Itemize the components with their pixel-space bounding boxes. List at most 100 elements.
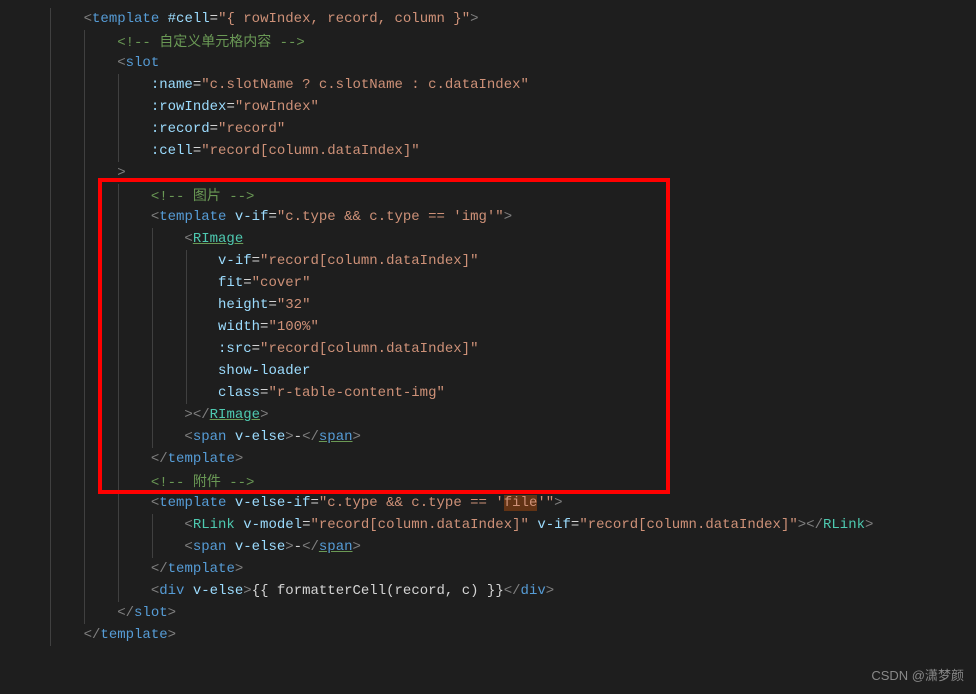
indent-guide xyxy=(84,382,85,404)
indent-guide xyxy=(118,316,119,338)
code-line[interactable]: <RLink v-model="record[column.dataIndex]… xyxy=(0,514,976,536)
code-token xyxy=(159,11,167,27)
code-line[interactable]: <div v-else>{{ formatterCell(record, c) … xyxy=(0,580,976,602)
code-token: "rowIndex" xyxy=(235,99,319,115)
code-token: RLink xyxy=(823,517,865,533)
indent-guide xyxy=(84,514,85,536)
code-token: height xyxy=(218,297,268,313)
code-token: template xyxy=(168,561,235,577)
code-token: > xyxy=(168,605,176,621)
code-line[interactable]: </template> xyxy=(0,448,976,470)
code-token: < xyxy=(84,11,92,27)
code-line[interactable]: <!-- 图片 --> xyxy=(0,184,976,206)
code-line[interactable]: :record="record" xyxy=(0,118,976,140)
code-line[interactable]: show-loader xyxy=(0,360,976,382)
indent-guide xyxy=(152,228,153,250)
code-token: "c.type && c.type == 'img'" xyxy=(277,209,504,225)
indent-guide xyxy=(118,96,119,118)
code-line[interactable]: <span v-else>-</span> xyxy=(0,536,976,558)
code-line[interactable]: <template v-else-if="c.type && c.type ==… xyxy=(0,492,976,514)
code-token: > xyxy=(504,209,512,225)
code-token: = xyxy=(210,11,218,27)
code-token: v-else xyxy=(235,539,285,555)
indent-guide xyxy=(84,30,85,52)
code-token: template xyxy=(100,627,167,643)
code-token: - xyxy=(294,539,302,555)
code-line[interactable]: width="100%" xyxy=(0,316,976,338)
watermark-text: CSDN @潇梦颜 xyxy=(871,665,964,684)
code-line[interactable]: ></RImage> xyxy=(0,404,976,426)
code-line[interactable]: <RImage xyxy=(0,228,976,250)
code-line[interactable]: </slot> xyxy=(0,602,976,624)
indent-guide xyxy=(50,162,51,184)
indent-guide xyxy=(84,118,85,140)
indent-guide xyxy=(118,338,119,360)
indent-guide xyxy=(118,250,119,272)
code-token: ></ xyxy=(798,517,823,533)
code-token: "cover" xyxy=(252,275,311,291)
code-token: file xyxy=(504,495,538,511)
code-line[interactable]: <template #cell="{ rowIndex, record, col… xyxy=(0,8,976,30)
code-token: < xyxy=(151,583,159,599)
code-token: </ xyxy=(117,605,134,621)
indent-guide xyxy=(152,294,153,316)
code-line[interactable]: fit="cover" xyxy=(0,272,976,294)
code-token: "record[column.dataIndex]" xyxy=(260,253,478,269)
code-token: v-if xyxy=(537,517,571,533)
indent-guide xyxy=(50,470,51,492)
code-token: slot xyxy=(126,55,160,71)
code-token: div xyxy=(521,583,546,599)
code-line[interactable]: :name="c.slotName ? c.slotName : c.dataI… xyxy=(0,74,976,96)
code-token: > xyxy=(235,561,243,577)
indent-guide xyxy=(118,558,119,580)
indent-guide xyxy=(50,338,51,360)
indent-guide xyxy=(84,52,85,74)
code-line[interactable]: <span v-else>-</span> xyxy=(0,426,976,448)
code-editor[interactable]: <template #cell="{ rowIndex, record, col… xyxy=(0,8,976,646)
code-line[interactable]: :rowIndex="rowIndex" xyxy=(0,96,976,118)
indent-guide xyxy=(50,294,51,316)
indent-guide xyxy=(118,294,119,316)
indent-guide xyxy=(152,338,153,360)
code-token: show-loader xyxy=(218,363,310,379)
code-line[interactable]: </template> xyxy=(0,624,976,646)
code-line[interactable]: </template> xyxy=(0,558,976,580)
code-line[interactable]: class="r-table-content-img" xyxy=(0,382,976,404)
indent-guide xyxy=(50,536,51,558)
indent-guide xyxy=(84,272,85,294)
indent-guide xyxy=(186,382,187,404)
code-line[interactable]: v-if="record[column.dataIndex]" xyxy=(0,250,976,272)
indent-guide xyxy=(186,316,187,338)
code-token: :src xyxy=(218,341,252,357)
code-token: "32" xyxy=(277,297,311,313)
indent-guide xyxy=(118,74,119,96)
indent-guide xyxy=(84,360,85,382)
indent-guide xyxy=(50,580,51,602)
indent-guide xyxy=(84,162,85,184)
code-token: > xyxy=(865,517,873,533)
code-line[interactable]: > xyxy=(0,162,976,184)
indent-guide xyxy=(118,426,119,448)
code-token: </ xyxy=(302,539,319,555)
code-line[interactable]: height="32" xyxy=(0,294,976,316)
indent-guide xyxy=(118,580,119,602)
indent-guide xyxy=(84,250,85,272)
code-token: div xyxy=(159,583,184,599)
code-line[interactable]: :src="record[column.dataIndex]" xyxy=(0,338,976,360)
code-token: span xyxy=(319,539,353,555)
indent-guide xyxy=(152,272,153,294)
code-token: = xyxy=(252,341,260,357)
code-line[interactable]: <template v-if="c.type && c.type == 'img… xyxy=(0,206,976,228)
code-line[interactable]: <slot xyxy=(0,52,976,74)
code-line[interactable]: <!-- 自定义单元格内容 --> xyxy=(0,30,976,52)
indent-guide xyxy=(84,140,85,162)
indent-guide xyxy=(50,426,51,448)
indent-guide xyxy=(50,316,51,338)
code-token: ></ xyxy=(184,407,209,423)
indent-guide xyxy=(152,514,153,536)
code-token: :name xyxy=(151,77,193,93)
code-token: :record xyxy=(151,121,210,137)
code-token: > xyxy=(353,429,361,445)
code-line[interactable]: :cell="record[column.dataIndex]" xyxy=(0,140,976,162)
code-line[interactable]: <!-- 附件 --> xyxy=(0,470,976,492)
